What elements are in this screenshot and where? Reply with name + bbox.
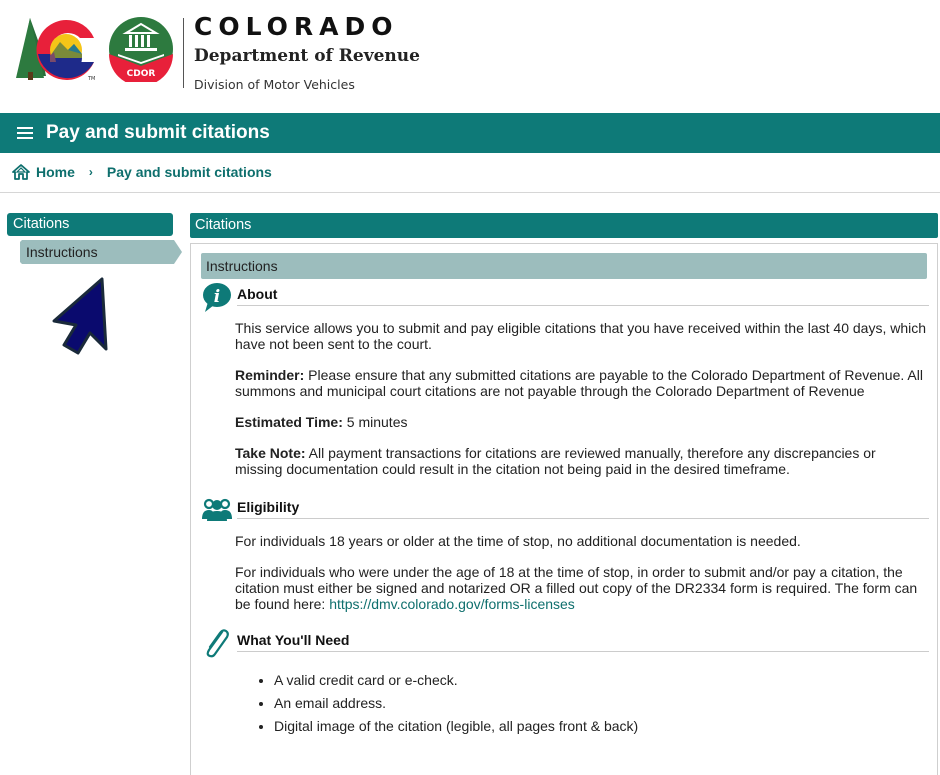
eligibility-section-header: Eligibility [202, 495, 929, 525]
colorado-state-logo: TM [16, 18, 95, 82]
sidebar-item-label: Instructions [26, 244, 98, 260]
about-intro: This service allows you to submit and pa… [235, 320, 927, 352]
about-section-header: i About [202, 282, 929, 312]
svg-text:i: i [214, 287, 220, 307]
forms-licenses-link[interactable]: https://dmv.colorado.gov/forms-licenses [329, 596, 575, 612]
info-speech-bubble-icon: i [203, 283, 231, 312]
list-item: A valid credit card or e-check. [257, 672, 638, 695]
reminder-label: Reminder: [235, 367, 305, 383]
reminder-text: Please ensure that any submitted citatio… [235, 367, 923, 399]
eligibility-title: Eligibility [237, 499, 300, 515]
eligibility-minor: For individuals who were under the age o… [235, 564, 927, 612]
breadcrumb-divider [0, 192, 940, 193]
home-icon[interactable] [12, 164, 30, 180]
mouse-cursor-arrow-icon [52, 277, 108, 355]
logo-divider [183, 18, 184, 88]
site-header: TM CDOR COLORADO Department of Revenue D… [0, 0, 940, 113]
sidebar-item-instructions[interactable]: Instructions [20, 240, 182, 264]
breadcrumb-home-link[interactable]: Home [36, 164, 75, 180]
paperclip-icon [206, 629, 229, 658]
sidebar-header: Citations [7, 213, 173, 236]
about-title: About [237, 286, 278, 302]
list-item: An email address. [257, 695, 638, 718]
note-label: Take Note: [235, 445, 306, 461]
about-take-note: Take Note: All payment transactions for … [235, 445, 927, 477]
main-panel-header: Citations [190, 213, 938, 238]
breadcrumb-separator: › [88, 165, 93, 179]
cdor-logo: CDOR [109, 17, 173, 82]
list-item: Digital image of the citation (legible, … [257, 718, 638, 741]
needs-list: A valid credit card or e-check. An email… [257, 672, 638, 741]
brand-state-name: COLORADO [194, 12, 399, 41]
instructions-subheader: Instructions [201, 253, 927, 279]
time-text: 5 minutes [342, 414, 408, 430]
brand-division: Division of Motor Vehicles [194, 77, 355, 92]
eligibility-adult: For individuals 18 years or older at the… [235, 533, 801, 549]
about-reminder: Reminder: Please ensure that any submitt… [235, 367, 927, 399]
needs-title: What You'll Need [237, 632, 350, 648]
hamburger-menu-icon[interactable] [17, 126, 35, 140]
breadcrumb: Home › Pay and submit citations [12, 162, 272, 182]
note-text: All payment transactions for citations a… [235, 445, 876, 477]
page-title: Pay and submit citations [46, 122, 270, 143]
time-label: Estimated Time: [235, 414, 343, 430]
brand-department: Department of Revenue [194, 46, 420, 66]
title-bar: Pay and submit citations [0, 113, 940, 153]
users-group-icon [202, 498, 232, 521]
breadcrumb-current[interactable]: Pay and submit citations [107, 164, 272, 180]
svg-text:TM: TM [87, 76, 95, 82]
about-estimated-time: Estimated Time: 5 minutes [235, 414, 927, 430]
needs-section-header: What You'll Need [202, 628, 929, 658]
svg-text:CDOR: CDOR [127, 69, 156, 79]
